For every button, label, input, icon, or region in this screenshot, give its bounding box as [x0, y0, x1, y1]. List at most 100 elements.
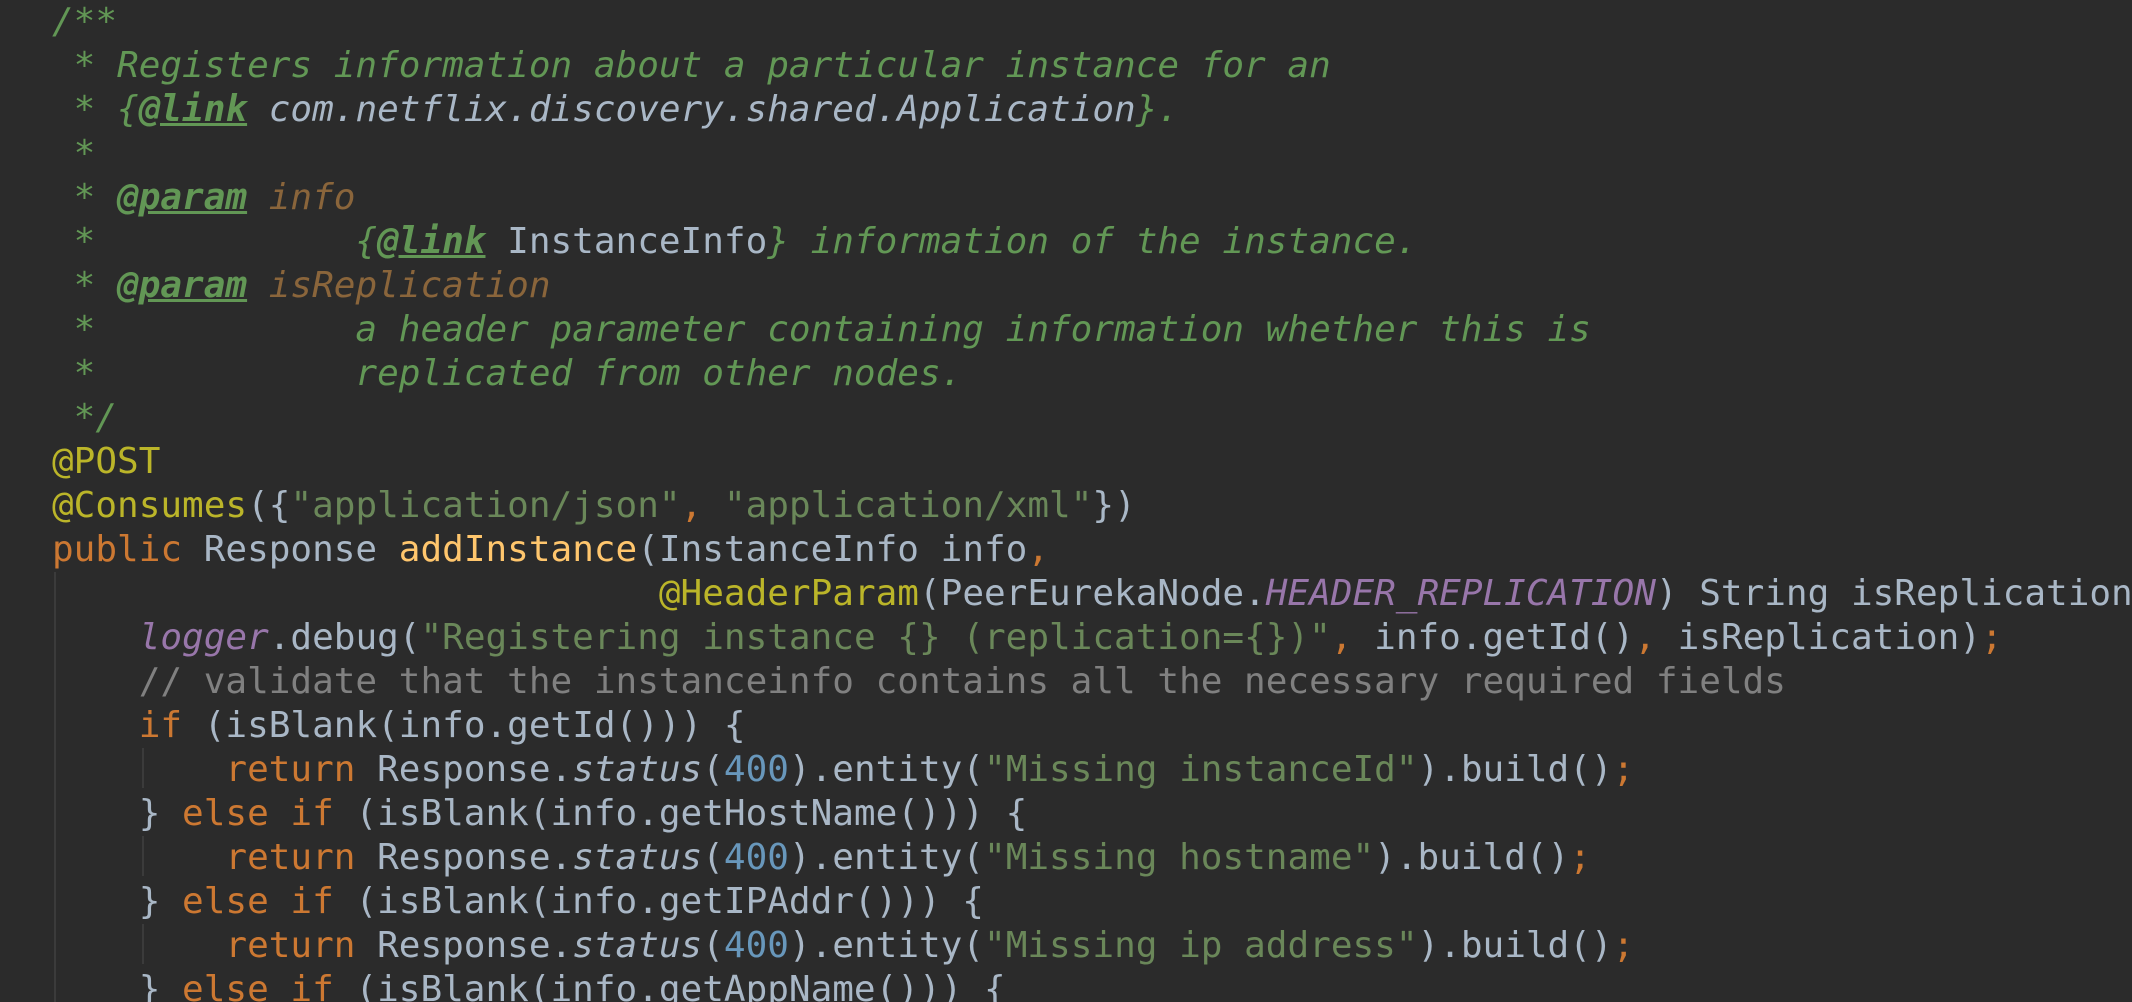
code-token: ).build() [1417, 749, 1613, 790]
code-token: Response [203, 529, 399, 570]
code-token: , [1027, 529, 1050, 570]
code-token: info [247, 177, 356, 218]
code-line[interactable]: * Registers information about a particul… [52, 44, 2132, 88]
code-line[interactable]: } else if (isBlank(info.getHostName())) … [52, 792, 2132, 836]
code-token: (isBlank(info.getIPAddr())) { [355, 881, 984, 922]
code-token: * { [52, 89, 139, 130]
code-token: @POST [52, 441, 161, 482]
code-token: "Registering instance {} (replication={}… [420, 617, 1331, 658]
code-token: else if [182, 969, 356, 1002]
code-token: InstanceInfo [485, 221, 768, 262]
code-token: 400 [723, 837, 789, 878]
code-token: (PeerEurekaNode. [918, 573, 1266, 614]
code-token: } [52, 881, 183, 922]
code-token: * { [52, 221, 378, 262]
code-token: ; [1612, 925, 1635, 966]
code-token: logger [138, 617, 269, 658]
code-token: ( [702, 837, 724, 878]
code-token: 400 [723, 925, 789, 966]
code-token: * [52, 265, 118, 306]
code-token: "Missing hostname" [984, 837, 1375, 878]
code-token: public [52, 529, 204, 570]
code-token: /** [52, 1, 118, 42]
code-token: ).build() [1417, 925, 1613, 966]
code-line[interactable]: * @param isReplication [52, 264, 2132, 308]
code-token: Response. [377, 925, 573, 966]
code-token: (isBlank(info.getHostName())) { [355, 793, 1028, 834]
code-line[interactable]: @POST [52, 440, 2132, 484]
code-line[interactable]: * {@link InstanceInfo} information of th… [52, 220, 2132, 264]
code-token: status [572, 749, 703, 790]
code-token: , [680, 485, 724, 526]
code-line[interactable]: @Consumes({"application/json", "applicat… [52, 484, 2132, 528]
code-token: @param [117, 177, 248, 218]
code-token: isReplication [247, 265, 551, 306]
code-line[interactable]: * {@link com.netflix.discovery.shared.Ap… [52, 88, 2132, 132]
code-token: status [572, 925, 703, 966]
code-token: @param [117, 265, 248, 306]
code-line[interactable]: logger.debug("Registering instance {} (r… [52, 616, 2132, 660]
code-token: ( [702, 749, 724, 790]
code-token: Response. [377, 749, 573, 790]
code-token: ).entity( [788, 837, 985, 878]
code-token: ).entity( [788, 749, 985, 790]
code-token: * Registers information about a particul… [52, 45, 1331, 86]
code-token: isReplication) [1677, 617, 1982, 658]
code-line[interactable]: if (isBlank(info.getId())) { [52, 704, 2132, 748]
code-token: ; [1569, 837, 1591, 878]
code-token: HEADER_REPLICATION [1265, 573, 1656, 614]
code-token: ; [1981, 617, 2003, 658]
code-token: } [52, 969, 183, 1002]
code-line[interactable]: // validate that the instanceinfo contai… [52, 660, 2132, 704]
code-token: .debug( [268, 617, 421, 658]
code-token: ) String isReplication) { [1655, 573, 2132, 614]
code-token: ).entity( [788, 925, 985, 966]
code-token: "application/xml" [723, 485, 1093, 526]
code-token: else if [182, 793, 356, 834]
code-token: }) [1092, 485, 1136, 526]
code-line[interactable]: * @param info [52, 176, 2132, 220]
code-line[interactable]: @HeaderParam(PeerEurekaNode.HEADER_REPLI… [52, 572, 2132, 616]
code-token: addInstance [398, 529, 638, 570]
code-token: (isBlank(info.getId())) { [203, 705, 746, 746]
code-line[interactable]: */ [52, 396, 2132, 440]
code-token: com.netflix.discovery.shared.Application [247, 89, 1136, 130]
code-line[interactable]: return Response.status(400).entity("Miss… [52, 924, 2132, 968]
code-token: return [225, 925, 378, 966]
code-token: (InstanceInfo info [637, 529, 1028, 570]
code-token: "Missing ip address" [984, 925, 1418, 966]
code-token: ).build() [1374, 837, 1570, 878]
code-token: "Missing instanceId" [984, 749, 1418, 790]
code-line[interactable]: * a header parameter containing informat… [52, 308, 2132, 352]
code-token: } information of the instance. [767, 221, 1418, 262]
code-token: return [225, 837, 378, 878]
code-token: }. [1135, 89, 1180, 130]
code-token: @link [138, 89, 248, 130]
code-line[interactable]: return Response.status(400).entity("Miss… [52, 836, 2132, 880]
code-line[interactable]: * replicated from other nodes. [52, 352, 2132, 396]
code-token: @link [377, 221, 486, 262]
code-editor[interactable]: /** * Registers information about a part… [0, 0, 2132, 1002]
code-token: Response. [377, 837, 573, 878]
code-token: (isBlank(info.getAppName())) { [355, 969, 1006, 1002]
code-token: else if [182, 881, 356, 922]
code-token: if [138, 705, 204, 746]
code-line[interactable]: } else if (isBlank(info.getAppName())) { [52, 968, 2132, 1002]
code-line[interactable]: return Response.status(400).entity("Miss… [52, 748, 2132, 792]
code-token: , [1330, 617, 1375, 658]
code-token: status [572, 837, 703, 878]
code-line[interactable]: } else if (isBlank(info.getIPAddr())) { [52, 880, 2132, 924]
code-line[interactable]: public Response addInstance(InstanceInfo… [52, 528, 2132, 572]
code-line[interactable]: /** [52, 0, 2132, 44]
code-line[interactable]: * [52, 132, 2132, 176]
code-token: ; [1612, 749, 1635, 790]
code-area[interactable]: /** * Registers information about a part… [52, 0, 2132, 1002]
code-token: * replicated from other nodes. [52, 353, 963, 394]
code-token: info.getId() [1374, 617, 1635, 658]
code-token: "application/json" [290, 485, 681, 526]
